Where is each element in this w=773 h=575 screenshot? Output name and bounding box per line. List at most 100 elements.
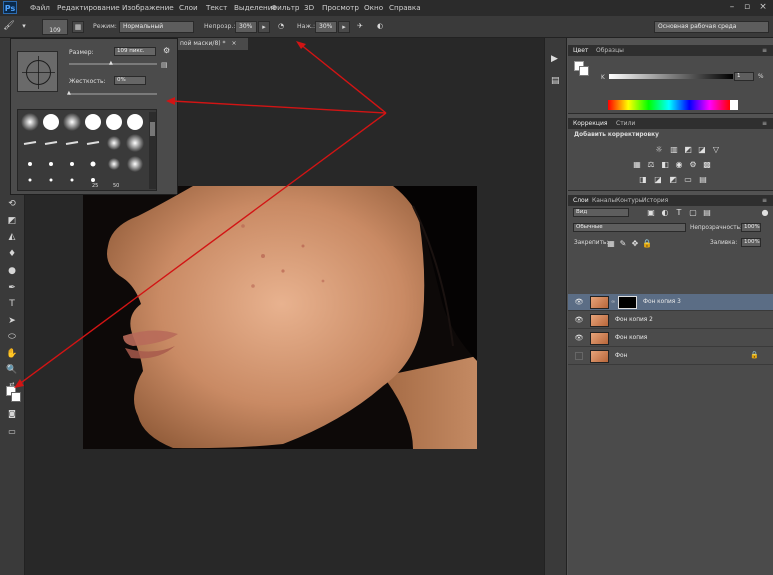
new-preset-icon[interactable]: ▤ — [161, 61, 168, 69]
brush-preset-soft[interactable] — [21, 113, 39, 131]
menu-window[interactable]: Окно — [364, 3, 383, 12]
panel-menu-icon[interactable]: ≡ — [762, 47, 767, 54]
brush-preset-soft[interactable] — [126, 155, 144, 173]
tab-channels[interactable]: Каналы — [592, 197, 616, 204]
brush-preset-soft[interactable] — [63, 113, 81, 131]
brush-preset-stroke[interactable] — [42, 134, 60, 152]
brush-size-field[interactable]: 109 пикс. — [114, 47, 156, 56]
levels-icon[interactable]: ▥ — [669, 145, 679, 154]
ellipse-icon[interactable]: ⬭ — [5, 331, 19, 343]
vibrance-icon[interactable]: ▽ — [711, 145, 721, 154]
channel-mixer-icon[interactable]: ⚙ — [688, 160, 698, 169]
color-bg-swatch[interactable] — [579, 66, 589, 76]
brush-hardness-slider-thumb-icon[interactable]: ▲ — [67, 90, 71, 96]
blend-mode-select[interactable]: Обычные — [573, 223, 686, 232]
brush-preset-soft[interactable] — [105, 134, 123, 152]
posterize-icon[interactable]: ◪ — [653, 175, 663, 184]
gradient-map-icon[interactable]: ▭ — [683, 175, 693, 184]
photo-filter-icon[interactable]: ◉ — [674, 160, 684, 169]
chain-link-icon[interactable]: ∞ — [611, 299, 615, 305]
tool-preset-chevron-icon[interactable]: ▾ — [18, 21, 30, 33]
brush-size-picker[interactable]: 109 — [42, 19, 68, 35]
brush-preset-small[interactable] — [21, 174, 39, 192]
layer-filter-select[interactable]: Вид — [573, 208, 629, 217]
maximize-icon[interactable]: ▫ — [741, 1, 753, 13]
color-channel-field[interactable]: 1 — [734, 72, 754, 81]
blur-icon[interactable]: ♦ — [5, 248, 19, 260]
brush-preset-small[interactable] — [84, 155, 102, 173]
minimize-icon[interactable]: – — [726, 1, 738, 13]
brush-preset-stroke[interactable] — [21, 134, 39, 152]
brush-tip-preview[interactable] — [17, 51, 58, 92]
filter-pixel-icon[interactable]: ▣ — [646, 208, 656, 217]
menu-layers[interactable]: Слои — [179, 3, 198, 12]
hidden-eye-slot[interactable] — [575, 352, 583, 360]
layer-row[interactable]: 👁 Фон копия — [568, 330, 773, 347]
pressure-opacity-icon[interactable]: ◔ — [275, 21, 287, 33]
selective-color-icon[interactable]: ▤ — [698, 175, 708, 184]
opacity-dropdown-icon[interactable]: ▸ — [258, 21, 270, 33]
lock-image-icon[interactable]: ✎ — [618, 239, 628, 248]
menu-3d[interactable]: 3D — [304, 3, 314, 12]
brush-preset-stroke[interactable] — [84, 134, 102, 152]
document-image[interactable] — [83, 186, 477, 449]
filter-smart-icon[interactable]: ▤ — [702, 208, 712, 217]
brush-preset-stroke[interactable] — [63, 134, 81, 152]
mode-select[interactable]: Нормальный — [119, 21, 194, 33]
color-white-chip[interactable] — [730, 100, 738, 110]
brush-tool-icon[interactable]: 🖌 — [3, 21, 15, 33]
close-window-icon[interactable]: × — [757, 1, 769, 13]
airbrush-icon[interactable]: ✈ — [354, 21, 366, 33]
layer-row[interactable]: 👁 ∞ Фон копия 3 — [568, 294, 773, 311]
lock-all-icon[interactable]: 🔒 — [642, 239, 652, 248]
dodge-icon[interactable]: ● — [5, 265, 19, 277]
lock-transparency-icon[interactable]: ▦ — [606, 239, 616, 248]
close-tab-icon[interactable]: × — [231, 40, 236, 47]
type-icon[interactable]: T — [5, 298, 19, 310]
properties-icon[interactable]: ▤ — [551, 76, 560, 86]
menu-file[interactable]: Файл — [30, 3, 50, 12]
invert-icon[interactable]: ◨ — [638, 175, 648, 184]
scrollbar-thumb[interactable] — [150, 122, 155, 136]
hand-icon[interactable]: ✋ — [5, 348, 19, 360]
curves-icon[interactable]: ◩ — [683, 145, 693, 154]
layer-opacity-field[interactable]: 100% — [741, 223, 761, 232]
menu-filter[interactable]: Фильтр — [271, 3, 299, 12]
eye-icon[interactable]: 👁 — [574, 315, 584, 325]
lock-position-icon[interactable]: ✥ — [630, 239, 640, 248]
brush-hardness-field[interactable]: 0% — [114, 76, 146, 85]
layer-row[interactable]: Фон 🔒 — [568, 348, 773, 365]
history-brush-icon[interactable]: ⟲ — [5, 198, 19, 210]
photoshop-logo[interactable]: Ps — [3, 1, 17, 14]
eye-icon[interactable]: 👁 — [574, 297, 584, 307]
brush-panel-icon[interactable]: ▦ — [72, 21, 84, 33]
layer-mask-thumbnail[interactable] — [618, 296, 637, 309]
flow-field[interactable]: 30% — [315, 21, 337, 33]
brush-preset-hard[interactable] — [105, 113, 123, 131]
color-lookup-icon[interactable]: ▩ — [702, 160, 712, 169]
color-spectrum-ramp[interactable] — [608, 100, 730, 110]
layer-row[interactable]: 👁 Фон копия 2 — [568, 312, 773, 329]
tab-paths[interactable]: Контуры — [616, 197, 643, 204]
hue-saturation-icon[interactable]: ▦ — [632, 160, 642, 169]
filter-shape-icon[interactable]: ▢ — [688, 208, 698, 217]
panel-menu-icon[interactable]: ≡ — [762, 197, 767, 204]
brush-preset-small[interactable] — [63, 174, 81, 192]
brush-preset-small[interactable] — [63, 155, 81, 173]
menu-help[interactable]: Справка — [389, 3, 421, 12]
exposure-icon[interactable]: ◪ — [697, 145, 707, 154]
filter-adjustment-icon[interactable]: ◐ — [660, 208, 670, 217]
color-balance-icon[interactable]: ⚖ — [646, 160, 656, 169]
fill-field[interactable]: 100% — [741, 238, 761, 247]
brush-preset-soft[interactable] — [126, 134, 144, 152]
panel-menu-icon[interactable]: ≡ — [762, 120, 767, 127]
tab-swatches[interactable]: Образцы — [596, 47, 624, 54]
eraser-icon[interactable]: ◩ — [5, 215, 19, 227]
eye-icon[interactable]: 👁 — [574, 333, 584, 343]
brush-preset-small[interactable] — [42, 155, 60, 173]
document-tab[interactable]: пой маски/8) * × — [178, 38, 248, 50]
workspace-select[interactable]: Основная рабочая среда — [654, 21, 769, 33]
pen-icon[interactable]: ✒ — [5, 282, 19, 294]
filter-toggle-icon[interactable]: ● — [760, 208, 770, 217]
play-action-icon[interactable]: ▶ — [551, 54, 558, 64]
